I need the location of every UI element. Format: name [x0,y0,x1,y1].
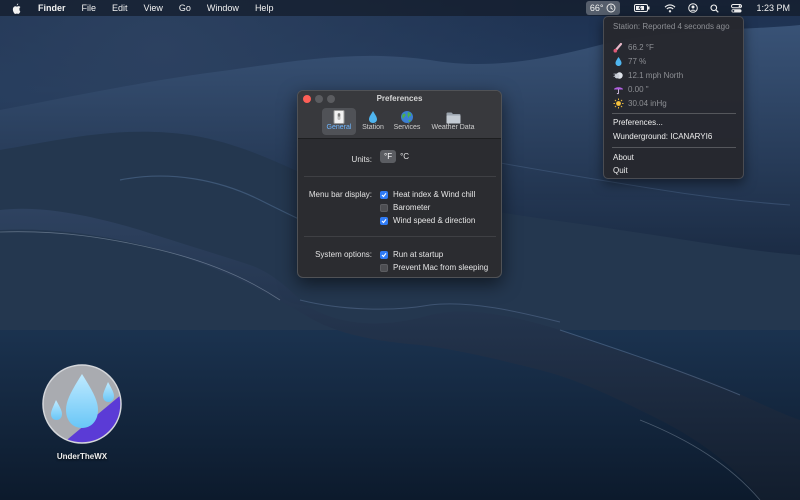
weather-status-icon [606,3,616,13]
preferences-window: Preferences General Station Services Wea… [297,90,502,278]
tab-weather-data[interactable]: Weather Data [429,108,477,135]
option-heat-index-label: Heat index & Wind chill [393,190,476,199]
menu-separator [612,147,736,148]
checkbox-prevent-sleep[interactable] [380,263,388,272]
folder-icon [446,108,461,124]
reading-rain: 0.00 " [613,84,649,95]
option-wind-speed-label: Wind speed & direction [393,216,476,225]
units-fahrenheit-button[interactable]: °F [380,150,397,163]
units-label: Units: [351,155,372,164]
section-divider [304,236,496,237]
option-heat-index[interactable]: Heat index & Wind chill [380,190,475,199]
menu-help[interactable]: Help [247,0,282,16]
option-prevent-sleep[interactable]: Prevent Mac from sleeping [380,263,488,272]
menu-bar: Finder File Edit View Go Window Help 66°… [0,0,800,16]
reading-humidity-value: 77 % [628,57,647,66]
menu-file[interactable]: File [74,0,105,16]
menu-item-wunderground[interactable]: Wunderground: ICANARYI6 [613,132,712,141]
control-center-icon[interactable] [731,0,743,16]
sun-icon [613,98,624,109]
units-segmented-control[interactable]: °F °C [380,150,413,163]
station-status: Station: Reported 4 seconds ago [613,22,730,31]
checkbox-heat-index[interactable] [380,190,388,199]
option-barometer[interactable]: Barometer [380,203,430,212]
weather-status-item[interactable]: 66° [585,1,621,15]
option-run-at-startup[interactable]: Run at startup [380,250,443,259]
wifi-icon[interactable] [664,0,676,16]
tab-services[interactable]: Services [391,108,423,135]
app-icon-label[interactable]: UnderTheWX [40,452,124,461]
water-drop-icon [368,108,378,124]
tab-general[interactable]: General [322,108,356,135]
wind-icon [613,70,624,81]
menu-app-name[interactable]: Finder [30,0,74,16]
apple-icon[interactable] [10,3,22,14]
menu-item-about[interactable]: About [613,153,634,162]
menu-window[interactable]: Window [199,0,247,16]
tab-weather-data-label: Weather Data [431,124,475,131]
menu-bar-clock[interactable]: 1:23 PM [756,3,790,13]
underthewx-app-icon[interactable] [42,364,122,444]
menu-bar-display-label: Menu bar display: [308,190,372,199]
battery-charging-icon[interactable] [634,0,650,16]
menu-item-quit[interactable]: Quit [613,166,628,175]
window-toolbar: Preferences General Station Services Wea… [298,91,501,139]
window-title: Preferences [376,94,423,103]
reading-humidity: 77 % [613,56,646,67]
menu-go[interactable]: Go [171,0,199,16]
thermometer-icon [613,42,624,53]
weather-dropdown-menu: Station: Reported 4 seconds ago 66.2 °F … [603,16,744,179]
menu-separator [612,113,736,114]
tab-station-label: Station [362,124,384,131]
umbrella-icon [613,84,624,95]
reading-pressure-value: 30.04 inHg [628,99,667,108]
reading-wind-value: 12.1 mph North [628,71,684,80]
menu-view[interactable]: View [136,0,171,16]
tab-station[interactable]: Station [360,108,386,135]
user-icon[interactable] [688,0,699,16]
tab-general-label: General [326,124,352,131]
menu-item-preferences[interactable]: Preferences... [613,118,663,127]
reading-pressure: 30.04 inHg [613,98,667,109]
option-prevent-sleep-label: Prevent Mac from sleeping [393,263,489,272]
reading-temperature-value: 66.2 °F [628,43,654,52]
tab-services-label: Services [393,124,421,131]
humidity-drop-icon [613,56,624,67]
globe-icon [400,108,414,124]
spotlight-search-icon[interactable] [710,0,720,16]
option-barometer-label: Barometer [393,203,431,212]
option-run-at-startup-label: Run at startup [393,250,444,259]
checkbox-wind-speed[interactable] [380,216,388,225]
menu-edit[interactable]: Edit [104,0,136,16]
system-options-label: System options: [315,250,372,259]
checkbox-barometer[interactable] [380,203,388,212]
reading-rain-value: 0.00 " [628,85,649,94]
reading-temperature: 66.2 °F [613,42,654,53]
reading-wind: 12.1 mph North [613,70,683,81]
general-switch-icon [333,108,345,124]
option-wind-speed[interactable]: Wind speed & direction [380,216,475,225]
section-divider [304,176,496,177]
units-celsius-button[interactable]: °C [396,150,413,163]
weather-temp: 66° [589,3,604,13]
checkbox-run-at-startup[interactable] [380,250,388,259]
